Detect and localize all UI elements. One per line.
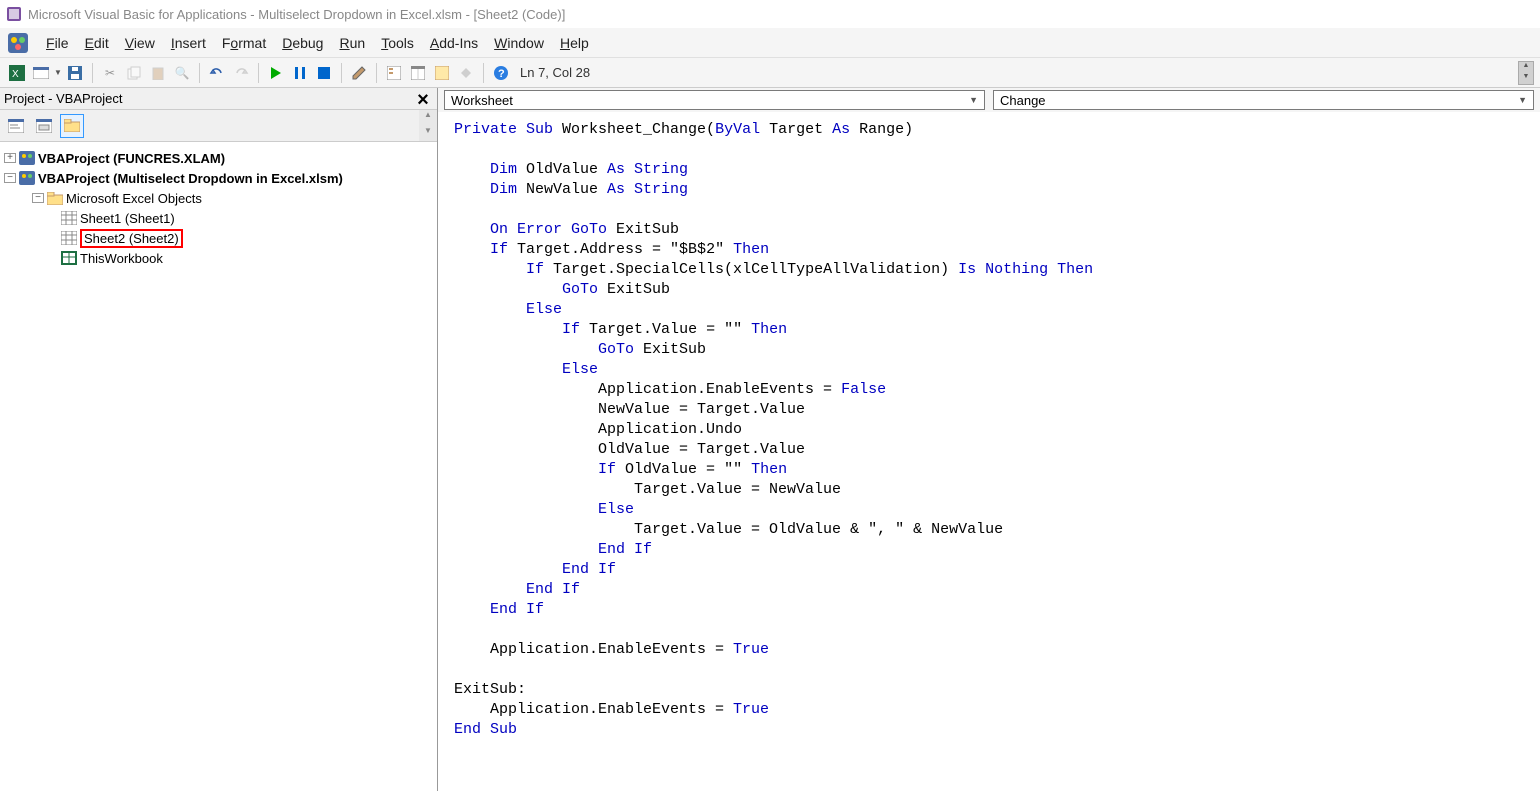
- help-icon[interactable]: ?: [490, 62, 512, 84]
- tree-project-multiselect[interactable]: − VBAProject (Multiselect Dropdown in Ex…: [4, 168, 433, 188]
- paste-icon[interactable]: [147, 62, 169, 84]
- find-icon[interactable]: 🔍: [171, 62, 193, 84]
- window-title: Microsoft Visual Basic for Applications …: [28, 7, 565, 22]
- run-icon[interactable]: [265, 62, 287, 84]
- panel-scroll[interactable]: ▲▼: [419, 110, 437, 141]
- workbook-icon: [60, 250, 78, 266]
- vba-logo-icon: [6, 31, 30, 55]
- menubar: File Edit View Insert Format Debug Run T…: [0, 28, 1540, 58]
- menu-file[interactable]: File: [38, 31, 77, 55]
- tree-label: Sheet1 (Sheet1): [80, 211, 175, 226]
- tree-sheet1[interactable]: Sheet1 (Sheet1): [4, 208, 433, 228]
- chevron-down-icon: ▼: [969, 95, 978, 105]
- menu-help[interactable]: Help: [552, 31, 597, 55]
- close-icon[interactable]: ×: [413, 89, 433, 109]
- procedure-combo-value: Change: [1000, 93, 1046, 108]
- collapse-icon[interactable]: −: [32, 193, 44, 203]
- tree-project-funcres[interactable]: + VBAProject (FUNCRES.XLAM): [4, 148, 433, 168]
- toggle-folders-icon[interactable]: [60, 114, 84, 138]
- project-panel-toolbar: ▲▼: [0, 110, 437, 142]
- tree-label: Microsoft Excel Objects: [66, 191, 202, 206]
- reset-icon[interactable]: [313, 62, 335, 84]
- collapse-icon[interactable]: −: [4, 173, 16, 183]
- tree-label: VBAProject (FUNCRES.XLAM): [38, 151, 225, 166]
- project-panel-header: Project - VBAProject ×: [0, 88, 437, 110]
- menu-edit[interactable]: Edit: [77, 31, 117, 55]
- tree-label: VBAProject (Multiselect Dropdown in Exce…: [38, 171, 343, 186]
- code-editor[interactable]: Private Sub Worksheet_Change(ByVal Targe…: [438, 112, 1540, 791]
- code-editor-area: Worksheet ▼ Change ▼ Private Sub Workshe…: [438, 88, 1540, 791]
- vba-app-icon: [4, 4, 24, 24]
- redo-icon[interactable]: [230, 62, 252, 84]
- properties-window-icon[interactable]: [407, 62, 429, 84]
- menu-addins[interactable]: Add-Ins: [422, 31, 486, 55]
- worksheet-icon: [60, 210, 78, 226]
- menu-run[interactable]: Run: [331, 31, 373, 55]
- project-explorer-icon[interactable]: [383, 62, 405, 84]
- vbaproject-icon: [18, 170, 36, 186]
- toolbar-scroll[interactable]: ▲▼: [1518, 61, 1534, 85]
- insert-dropdown-icon[interactable]: ▼: [54, 68, 62, 77]
- cut-icon[interactable]: ✂: [99, 62, 121, 84]
- code-combo-row: Worksheet ▼ Change ▼: [438, 88, 1540, 112]
- copy-icon[interactable]: [123, 62, 145, 84]
- tree-label: ThisWorkbook: [80, 251, 163, 266]
- object-combo-value: Worksheet: [451, 93, 513, 108]
- project-panel-title: Project - VBAProject: [4, 91, 123, 106]
- chevron-down-icon: ▼: [1518, 95, 1527, 105]
- menu-insert[interactable]: Insert: [163, 31, 214, 55]
- worksheet-icon: [60, 230, 78, 246]
- menu-view[interactable]: View: [117, 31, 163, 55]
- menu-tools[interactable]: Tools: [373, 31, 422, 55]
- object-combo[interactable]: Worksheet ▼: [444, 90, 985, 110]
- project-explorer-panel: Project - VBAProject × ▲▼ + VBAProject (…: [0, 88, 438, 791]
- folder-icon: [46, 190, 64, 206]
- view-code-icon[interactable]: [4, 114, 28, 138]
- toolbox-icon[interactable]: [455, 62, 477, 84]
- svg-text:?: ?: [498, 68, 505, 80]
- view-excel-icon[interactable]: X: [6, 62, 28, 84]
- procedure-combo[interactable]: Change ▼: [993, 90, 1534, 110]
- svg-text:X: X: [12, 69, 19, 80]
- menu-debug[interactable]: Debug: [274, 31, 331, 55]
- tree-label-highlighted: Sheet2 (Sheet2): [80, 229, 183, 248]
- design-mode-icon[interactable]: [348, 62, 370, 84]
- tree-folder-excel-objects[interactable]: − Microsoft Excel Objects: [4, 188, 433, 208]
- project-tree: + VBAProject (FUNCRES.XLAM) − VBAProject…: [0, 142, 437, 791]
- object-browser-icon[interactable]: [431, 62, 453, 84]
- titlebar: Microsoft Visual Basic for Applications …: [0, 0, 1540, 28]
- tree-thisworkbook[interactable]: ThisWorkbook: [4, 248, 433, 268]
- break-icon[interactable]: [289, 62, 311, 84]
- view-object-icon[interactable]: [32, 114, 56, 138]
- expand-icon[interactable]: +: [4, 153, 16, 163]
- menu-format[interactable]: Format: [214, 31, 274, 55]
- save-icon[interactable]: [64, 62, 86, 84]
- tree-sheet2[interactable]: Sheet2 (Sheet2): [4, 228, 433, 248]
- vbaproject-icon: [18, 150, 36, 166]
- menu-window[interactable]: Window: [486, 31, 552, 55]
- undo-icon[interactable]: [206, 62, 228, 84]
- cursor-position: Ln 7, Col 28: [520, 65, 590, 80]
- toolbar: X ▼ ✂ 🔍 ? Ln 7, Col 28 ▲▼: [0, 58, 1540, 88]
- insert-userform-icon[interactable]: [30, 62, 52, 84]
